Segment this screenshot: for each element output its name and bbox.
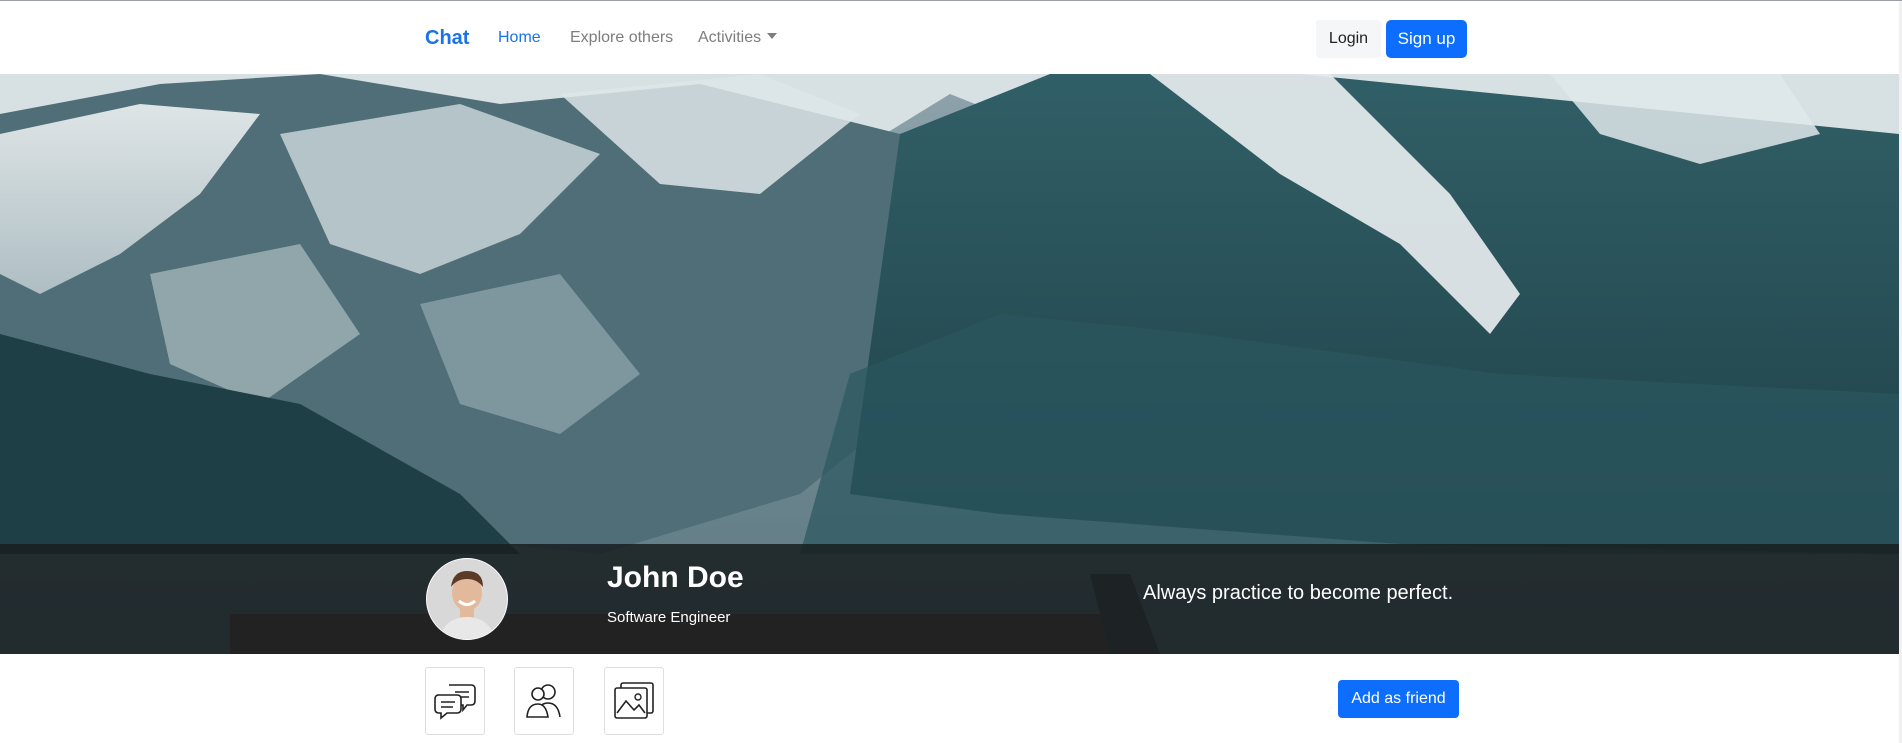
cover-photo: John Doe Software Engineer Always practi… — [0, 74, 1899, 654]
nav-home-link[interactable]: Home — [498, 29, 541, 47]
friends-button[interactable] — [514, 667, 574, 735]
chat-button[interactable] — [425, 667, 485, 735]
caret-down-icon — [767, 33, 778, 39]
profile-band — [0, 544, 1899, 654]
login-button[interactable]: Login — [1316, 20, 1381, 58]
avatar[interactable] — [426, 558, 508, 640]
page: Chat Home Explore others Activities Logi… — [0, 1, 1899, 743]
add-friend-button[interactable]: Add as friend — [1338, 680, 1459, 718]
profile-quote: Always practice to become perfect. — [1143, 582, 1454, 604]
nav-activities-label: Activities — [698, 29, 762, 46]
navbar: Chat Home Explore others Activities Logi… — [0, 1, 1899, 75]
brand-logo[interactable]: Chat — [425, 27, 469, 50]
chat-icon — [434, 684, 476, 720]
profile-title: Software Engineer — [607, 609, 731, 626]
friends-icon — [526, 684, 561, 718]
gallery-button[interactable] — [604, 667, 664, 735]
profile-name: John Doe — [607, 561, 744, 594]
user-photo-icon — [427, 559, 507, 639]
nav-activities-dropdown[interactable]: Activities — [698, 29, 778, 47]
gallery-icon — [614, 682, 654, 719]
nav-explore-link[interactable]: Explore others — [570, 29, 673, 47]
signup-button[interactable]: Sign up — [1386, 20, 1467, 58]
